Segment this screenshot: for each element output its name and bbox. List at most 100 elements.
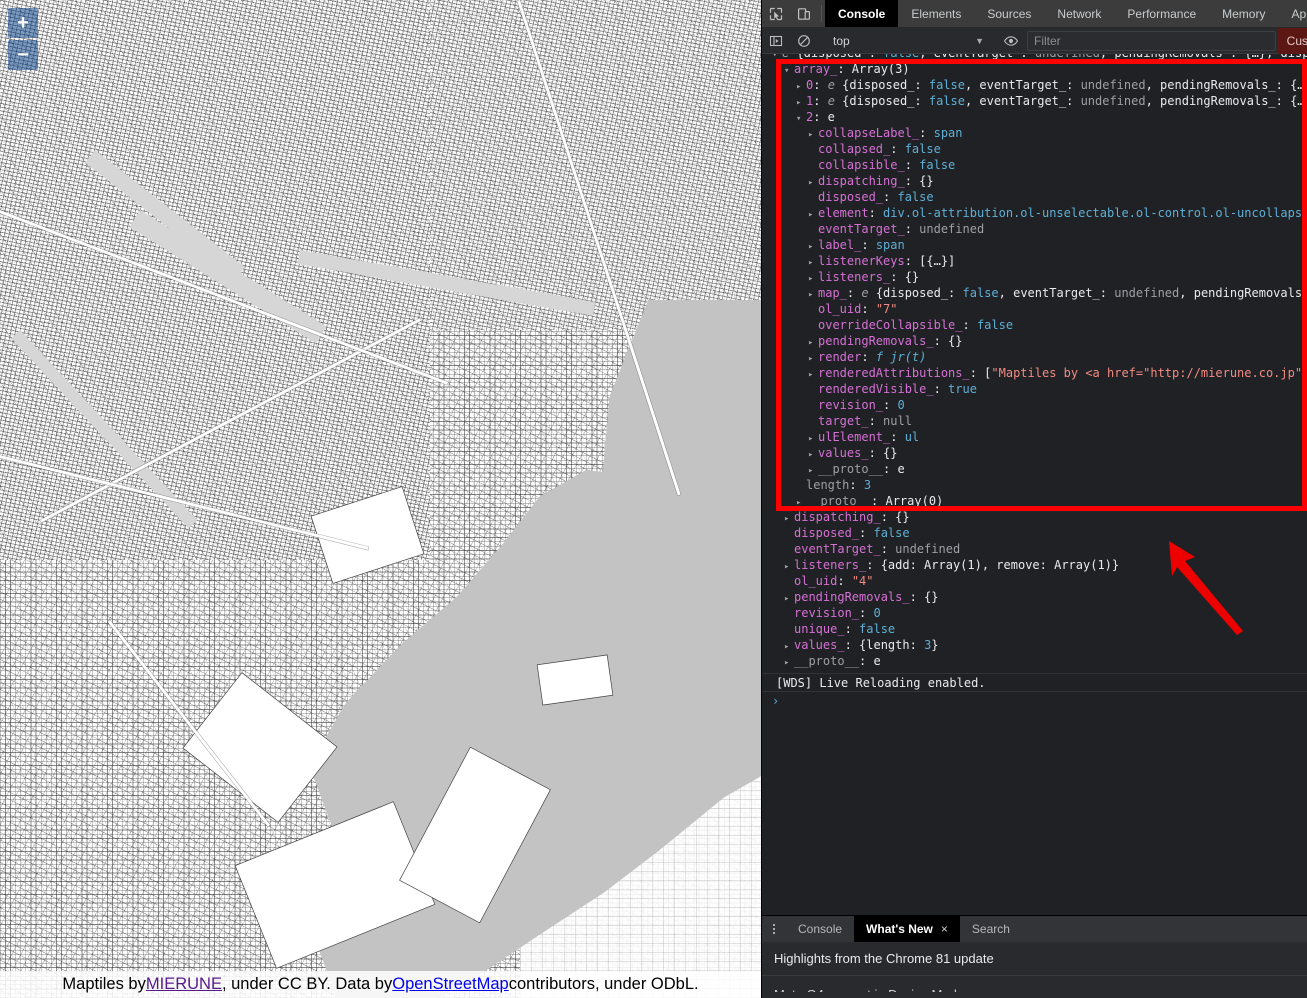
console-object-row[interactable]: ▸ dispatching_: {} xyxy=(762,509,1307,525)
console-object-row[interactable]: ▸ listeners_: {add: Array(1), remove: Arr… xyxy=(762,557,1307,573)
console-object-row[interactable]: ▸ renderedAttributions_: ["Maptiles by <a… xyxy=(762,365,1307,381)
console-object-row[interactable]: ▸ 0: e {disposed_: false, eventTarget_: u… xyxy=(762,77,1307,93)
chevron-right-icon[interactable]: ▸ xyxy=(808,431,818,445)
chevron-right-icon[interactable]: ▸ xyxy=(808,463,818,477)
drawer-tab-console[interactable]: Console xyxy=(786,916,854,942)
tab-sources[interactable]: Sources xyxy=(974,0,1044,27)
tab-console[interactable]: Console xyxy=(825,0,899,27)
console-object-row[interactable]: collapsed_: false xyxy=(762,141,1307,157)
zoom-in-button[interactable]: + xyxy=(8,8,38,38)
console-object-row[interactable]: revision_: 0 xyxy=(762,605,1307,621)
console-object-row[interactable]: ▸ collapseLabel_: span xyxy=(762,125,1307,141)
console-object-row[interactable]: ol_uid: "7" xyxy=(762,301,1307,317)
console-object-row[interactable]: ▸ label_: span xyxy=(762,237,1307,253)
chevron-right-icon[interactable]: ▸ xyxy=(784,559,794,573)
console-object-row[interactable]: eventTarget_: undefined xyxy=(762,221,1307,237)
drawer-tab-search[interactable]: Search xyxy=(960,916,1022,942)
chevron-right-icon[interactable]: ▸ xyxy=(796,95,806,109)
console-object-row[interactable]: ▸ render: f jr(t) xyxy=(762,349,1307,365)
console-sidebar-icon[interactable] xyxy=(762,34,790,48)
console-output[interactable]: ▾e {disposed_: false, eventTarget_: unde… xyxy=(762,54,1307,915)
console-scroll-container[interactable]: ▾e {disposed_: false, eventTarget_: unde… xyxy=(762,54,1307,915)
console-object-row[interactable]: ▸ map_: e {disposed_: false, eventTarget_… xyxy=(762,285,1307,301)
execution-context-selector[interactable]: top ▼ xyxy=(825,31,990,51)
console-token: undefined xyxy=(1114,286,1180,300)
zoom-out-button[interactable]: − xyxy=(8,40,38,70)
console-object-row[interactable]: ▾ array_: Array(3) xyxy=(762,61,1307,77)
console-object-row[interactable]: ▾e {disposed_: false, eventTarget_: unde… xyxy=(762,54,1307,61)
console-object-row[interactable]: length: 3 xyxy=(762,477,1307,493)
chevron-right-icon[interactable]: ▸ xyxy=(808,367,818,381)
console-object-row[interactable]: disposed_: false xyxy=(762,189,1307,205)
attribution-mierune-link[interactable]: MIERUNE xyxy=(146,975,222,994)
more-options-icon[interactable] xyxy=(762,916,786,942)
tab-elements[interactable]: Elements xyxy=(898,0,974,27)
console-object-row[interactable]: ▸ dispatching_: {} xyxy=(762,173,1307,189)
tab-performance[interactable]: Performance xyxy=(1114,0,1209,27)
console-object-row[interactable]: ▸ __proto__: e xyxy=(762,461,1307,477)
console-object-row[interactable]: ▸ values_: {length: 3} xyxy=(762,637,1307,653)
map-viewport[interactable]: + − Maptiles by MIERUNE, under CC BY. Da… xyxy=(0,0,761,998)
console-token: , eventTarget_: xyxy=(998,286,1115,300)
console-object-row[interactable]: collapsible_: false xyxy=(762,157,1307,173)
console-object-row[interactable]: ▸ 1: e {disposed_: false, eventTarget_: u… xyxy=(762,93,1307,109)
drawer-tabbar: Console What's New × Search xyxy=(762,916,1307,943)
console-object-row[interactable]: eventTarget_: undefined xyxy=(762,541,1307,557)
console-object-row[interactable]: ▾ 2: e xyxy=(762,109,1307,125)
toolbar-divider xyxy=(821,5,822,22)
live-expression-eye-icon[interactable] xyxy=(997,34,1025,48)
chevron-right-icon[interactable]: ▸ xyxy=(808,447,818,461)
close-icon[interactable]: × xyxy=(941,922,948,936)
console-object-row[interactable]: overrideCollapsible_: false xyxy=(762,317,1307,333)
console-prompt[interactable]: › xyxy=(762,691,1307,709)
console-object-row[interactable]: ▸ pendingRemovals_: {} xyxy=(762,333,1307,349)
chevron-down-icon[interactable]: ▾ xyxy=(772,54,782,61)
chevron-down-icon[interactable]: ▾ xyxy=(784,63,794,77)
chevron-right-icon[interactable]: ▸ xyxy=(808,239,818,253)
chevron-right-icon[interactable]: ▸ xyxy=(784,655,794,669)
console-filter-input[interactable] xyxy=(1027,30,1276,51)
tab-memory[interactable]: Memory xyxy=(1209,0,1278,27)
tab-network[interactable]: Network xyxy=(1044,0,1114,27)
console-object-row[interactable]: target_: null xyxy=(762,413,1307,429)
inspect-element-icon[interactable] xyxy=(762,0,790,27)
console-object-row[interactable]: ▸ values_: {} xyxy=(762,445,1307,461)
chevron-right-icon[interactable]: ▸ xyxy=(784,591,794,605)
console-object-row[interactable]: ▸ __proto__: Array(0) xyxy=(762,493,1307,509)
console-object-row[interactable]: disposed_: false xyxy=(762,525,1307,541)
drawer-tab-whats-new[interactable]: What's New × xyxy=(854,916,960,942)
console-object-row[interactable]: ▸ pendingRemovals_: {} xyxy=(762,589,1307,605)
clear-console-icon[interactable] xyxy=(790,34,818,48)
console-object-row[interactable]: ▸ __proto__: e xyxy=(762,653,1307,669)
attribution-osm-link[interactable]: OpenStreetMap xyxy=(392,975,508,994)
chevron-right-icon[interactable]: ▸ xyxy=(784,639,794,653)
chevron-right-icon[interactable]: ▸ xyxy=(808,127,818,141)
console-object-row[interactable]: ol_uid: "4" xyxy=(762,573,1307,589)
console-object-row[interactable]: ▸ element: div.ol-attribution.ol-unselect… xyxy=(762,205,1307,221)
chevron-right-icon[interactable]: ▸ xyxy=(808,287,818,301)
chevron-right-icon[interactable]: ▸ xyxy=(808,351,818,365)
console-object-row[interactable]: revision_: 0 xyxy=(762,397,1307,413)
map-zoom-control[interactable]: + − xyxy=(8,8,38,72)
console-token: : xyxy=(844,622,860,636)
console-object-row[interactable]: renderedVisible_: true xyxy=(762,381,1307,397)
chevron-right-icon[interactable]: ▸ xyxy=(808,255,818,269)
console-object-row[interactable]: unique_: false xyxy=(762,621,1307,637)
tab-application[interactable]: App xyxy=(1278,0,1307,27)
custom-levels-button[interactable]: Custom xyxy=(1277,27,1307,54)
custom-levels-label: Custom xyxy=(1286,33,1307,48)
chevron-right-icon[interactable]: ▸ xyxy=(808,335,818,349)
chevron-right-icon[interactable]: ▸ xyxy=(796,495,806,509)
chevron-right-icon[interactable]: ▸ xyxy=(784,511,794,525)
toggle-device-toolbar-icon[interactable] xyxy=(790,0,818,27)
chevron-right-icon[interactable]: ▸ xyxy=(808,175,818,189)
chevron-right-icon[interactable]: ▸ xyxy=(808,271,818,285)
console-object-row[interactable]: ▸ ulElement_: ul xyxy=(762,429,1307,445)
console-token: element xyxy=(818,206,869,220)
chevron-right-icon[interactable]: ▸ xyxy=(808,207,818,221)
devtools-drawer: Console What's New × Search Highlights f… xyxy=(762,915,1307,998)
chevron-right-icon[interactable]: ▸ xyxy=(796,79,806,93)
console-object-row[interactable]: ▸ listenerKeys: [{…}] xyxy=(762,253,1307,269)
console-object-row[interactable]: ▸ listeners_: {} xyxy=(762,269,1307,285)
chevron-down-icon[interactable]: ▾ xyxy=(796,111,806,125)
